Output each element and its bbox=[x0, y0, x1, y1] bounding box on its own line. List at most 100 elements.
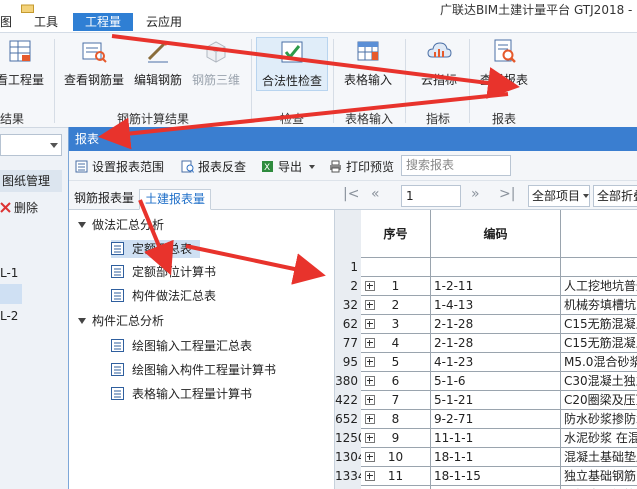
cell-seq: 1 bbox=[361, 277, 431, 296]
rebar-3d-button[interactable]: 钢筋三维 bbox=[189, 37, 243, 93]
tree-item-component-method[interactable]: 构件做法汇总表 bbox=[111, 287, 216, 305]
table-input-button[interactable]: 表格输入 bbox=[340, 37, 396, 93]
report-doc-icon bbox=[111, 289, 124, 302]
expand-plus-icon[interactable] bbox=[365, 319, 375, 329]
expand-triangle-icon bbox=[78, 222, 86, 228]
expand-plus-icon[interactable] bbox=[365, 376, 375, 386]
tree-item-drawing-component[interactable]: 绘图输入构件工程量计算书 bbox=[111, 361, 276, 379]
tree-item-label: 绘图输入工程量汇总表 bbox=[132, 339, 253, 353]
view-quantity-button[interactable]: 看工程量 bbox=[0, 37, 46, 93]
list-item[interactable]: L-1 bbox=[0, 266, 18, 280]
expand-plus-icon[interactable] bbox=[365, 357, 375, 367]
table-row[interactable]: 652 8 9-2-71防水砂浆掺防水粉 bbox=[335, 410, 637, 429]
filter-project-select[interactable]: 全部项目 bbox=[528, 185, 590, 207]
first-page-icon[interactable]: |< bbox=[343, 186, 359, 202]
set-range-button[interactable]: 设置报表范围 bbox=[75, 158, 164, 175]
group-separator bbox=[333, 39, 334, 123]
view-rebar-button[interactable]: 查看钢筋量 bbox=[62, 37, 126, 93]
view-report-button[interactable]: 查看报表 bbox=[476, 37, 532, 93]
selected-row-highlight bbox=[0, 284, 22, 304]
menu-item-cloud[interactable]: 云应用 bbox=[146, 13, 182, 31]
validity-check-button[interactable]: 合法性检查 bbox=[256, 37, 328, 91]
prev-page-icon[interactable]: « bbox=[371, 186, 380, 202]
list-item[interactable]: L-2 bbox=[0, 309, 18, 323]
table-row[interactable]: 422 7 5-1-21C20圈梁及压顶 bbox=[335, 391, 637, 410]
table-row[interactable]: 62 3 2-1-28C15无筋混凝土垫层 bbox=[335, 315, 637, 334]
table-row[interactable]: 32 2 1-4-13 机械夯填槽坑 bbox=[335, 296, 637, 315]
tree-item-label: 表格输入工程量计算书 bbox=[132, 387, 253, 401]
cell-seq: 4 bbox=[361, 334, 431, 353]
expand-plus-icon[interactable] bbox=[365, 414, 375, 424]
table-row[interactable]: 95 5 4-1-23M5.0混合砂浆砖 bbox=[335, 353, 637, 372]
expand-plus-icon[interactable] bbox=[365, 433, 375, 443]
cell-seq-text: 2 bbox=[391, 298, 400, 312]
expand-plus-icon[interactable] bbox=[365, 281, 375, 291]
tree-group-component-summary[interactable]: 构件汇总分析 bbox=[78, 312, 164, 330]
cell-seq: 3 bbox=[361, 315, 431, 334]
report-review-button[interactable]: 报表反查 bbox=[181, 158, 246, 175]
report-grid: 序号 编码 1211-2-11人工挖地坑普通土3221-4-13机械夯填槽坑62… bbox=[335, 210, 637, 489]
filter-fold-select[interactable]: 全部折叠 bbox=[593, 185, 637, 207]
tree-group-method-summary[interactable]: 做法汇总分析 bbox=[78, 216, 164, 234]
expand-plus-icon[interactable] bbox=[365, 395, 375, 405]
cloud-index-button[interactable]: 云指标 bbox=[413, 37, 465, 93]
print-preview-label: 打印预览 bbox=[346, 160, 395, 174]
page-number-input[interactable]: 1 bbox=[401, 185, 461, 207]
last-page-icon[interactable]: >| bbox=[499, 186, 515, 202]
tab-rebar-report[interactable]: 钢筋报表量 bbox=[69, 189, 139, 210]
menu-item-tools[interactable]: 工具 bbox=[34, 13, 58, 31]
rebar-3d-label: 钢筋三维 bbox=[191, 73, 240, 87]
tree-item-label: 定额汇总表 bbox=[132, 242, 193, 256]
cell-name: C15无筋混凝土垫层 bbox=[561, 315, 637, 334]
edit-rebar-button[interactable]: 编辑钢筋 bbox=[131, 37, 185, 93]
cell-code: 5-1-21 bbox=[431, 391, 561, 410]
tree-item-quota-summary[interactable]: 定额汇总表 bbox=[111, 240, 201, 258]
expand-plus-icon[interactable] bbox=[365, 338, 375, 348]
report-tree: 做法汇总分析 定额汇总表 定额部位计算书 构件做法汇总表 构件汇总分析 绘图输入… bbox=[69, 210, 335, 489]
cell-seq: 8 bbox=[361, 410, 431, 429]
drawing-management-tab[interactable]: 图纸管理 bbox=[0, 170, 62, 192]
table-row[interactable]: 2 1 1-2-11人工挖地坑普通土 bbox=[335, 277, 637, 296]
cell-code: 9-2-71 bbox=[431, 410, 561, 429]
expand-plus-icon[interactable] bbox=[365, 300, 375, 310]
tree-item-table-input[interactable]: 表格输入工程量计算书 bbox=[111, 385, 252, 403]
table-row[interactable]: 380 6 5-1-6C30混凝土独立基础 bbox=[335, 372, 637, 391]
cell-seq-text: 4 bbox=[391, 336, 400, 350]
tree-item-label: 构件做法汇总表 bbox=[132, 289, 217, 303]
menu-item-view[interactable]: 图 bbox=[0, 13, 12, 31]
row-number: 2 bbox=[335, 277, 361, 296]
group-label-table-input: 表格输入 bbox=[345, 112, 394, 126]
group-label-rebar-result: 钢筋计算结果 bbox=[117, 112, 190, 126]
cell-seq-text: 5 bbox=[391, 355, 400, 369]
cloud-index-label: 云指标 bbox=[420, 73, 457, 87]
report-doc-icon bbox=[111, 387, 124, 400]
expand-plus-icon[interactable] bbox=[365, 471, 375, 481]
delete-label: 删除 bbox=[14, 201, 39, 215]
table-row[interactable]: 1250 9 11-1-1水泥砂浆 在混凝土 bbox=[335, 429, 637, 448]
menu-item-quantity[interactable]: 工程量 bbox=[73, 13, 134, 31]
table-row[interactable]: 77 4 2-1-28C15无筋混凝土垫层 bbox=[335, 334, 637, 353]
floor-combo[interactable] bbox=[0, 134, 62, 156]
next-page-icon[interactable]: » bbox=[471, 186, 480, 202]
cell-code: 4-1-23 bbox=[431, 353, 561, 372]
table-row[interactable]: 1 bbox=[335, 258, 637, 277]
cell-seq: 6 bbox=[361, 372, 431, 391]
delete-button[interactable]: 删除 bbox=[0, 199, 38, 216]
row-number: 62 bbox=[335, 315, 361, 334]
cell-name bbox=[561, 258, 637, 277]
expand-triangle-icon bbox=[78, 318, 86, 324]
expand-plus-icon[interactable] bbox=[365, 452, 375, 462]
table-row[interactable]: 1304 10 18-1-1混凝土基础垫层 bbox=[335, 448, 637, 467]
view-quantity-label: 看工程量 bbox=[0, 73, 44, 87]
tree-item-drawing-summary[interactable]: 绘图输入工程量汇总表 bbox=[111, 337, 252, 355]
cell-name: C15无筋混凝土垫层 bbox=[561, 334, 637, 353]
tree-item-quota-position[interactable]: 定额部位计算书 bbox=[111, 263, 216, 281]
table-row[interactable]: 1334 11 18-1-15 独立基础钢筋 bbox=[335, 467, 637, 486]
folder-icon[interactable] bbox=[21, 3, 34, 13]
export-button[interactable]: X 导出 bbox=[261, 158, 315, 175]
print-preview-button[interactable]: 打印预览 bbox=[329, 158, 394, 175]
report-search-input[interactable]: 搜索报表 bbox=[401, 155, 511, 176]
tab-civil-report[interactable]: 土建报表量 bbox=[139, 189, 212, 210]
cell-seq-text: 7 bbox=[391, 393, 400, 407]
cell-code: 18-1-15 bbox=[431, 467, 561, 486]
